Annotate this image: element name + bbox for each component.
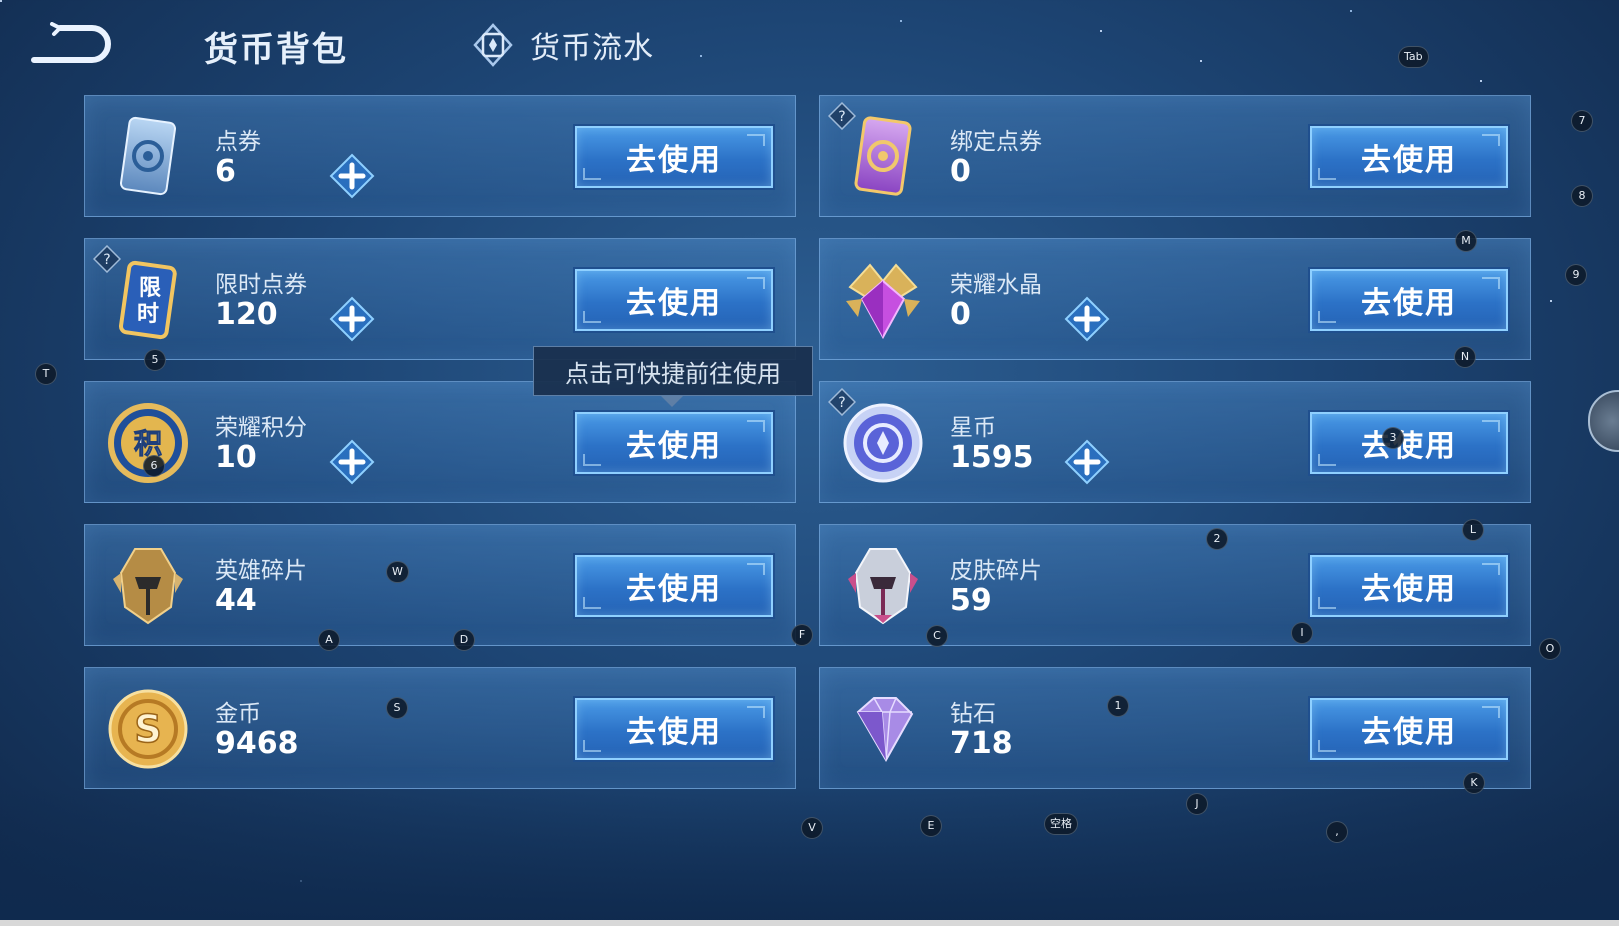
currency-value: 44	[215, 583, 257, 618]
currency-value: 718	[950, 726, 1013, 761]
use-glory-crystal-button[interactable]: 去使用	[1310, 269, 1508, 331]
key-hint-s: S	[386, 697, 408, 719]
currency-value: 0	[950, 297, 971, 332]
use-gold-button[interactable]: 去使用	[575, 698, 773, 760]
currency-card-hero-shard: 英雄碎片 44 去使用	[84, 524, 796, 646]
ledger-icon	[473, 23, 513, 67]
bound-coupon-card-icon	[854, 116, 912, 196]
key-hint-i: I	[1291, 622, 1313, 644]
currency-card-glory-points: 积 荣耀积分 10 去使用	[84, 381, 796, 503]
use-dianquan-button[interactable]: 去使用	[575, 126, 773, 188]
currency-value: 9468	[215, 726, 299, 761]
page-title: 货币背包	[204, 30, 348, 70]
currency-ledger-link[interactable]: 货币流水	[470, 22, 654, 68]
currency-name: 星币	[950, 415, 996, 441]
use-glory-points-button[interactable]: 去使用	[575, 412, 773, 474]
hero-shard-helmet-icon	[113, 548, 183, 625]
key-hint-c: C	[926, 625, 948, 647]
add-star-coin-plus-icon[interactable]	[1064, 439, 1110, 485]
background-floor	[0, 786, 1619, 926]
key-hint-1: 1	[1107, 695, 1129, 717]
currency-card-gold: S 金币 9468 去使用	[84, 667, 796, 789]
key-hint-7: 7	[1571, 110, 1593, 132]
key-hint-tab: Tab	[1398, 46, 1429, 68]
key-hint-a: A	[318, 629, 340, 651]
currency-card-diamond: 钻石 718 去使用	[819, 667, 1531, 789]
key-hint-5: 5	[144, 349, 166, 371]
currency-name: 英雄碎片	[215, 558, 307, 584]
key-hint-6: 6	[143, 455, 165, 477]
currency-card-glory-crystal: 荣耀水晶 0 去使用	[819, 238, 1531, 360]
currency-value: 120	[215, 297, 278, 332]
use-diamond-button[interactable]: 去使用	[1310, 698, 1508, 760]
limited-glyph-1: 限	[139, 276, 161, 301]
add-glory-crystal-plus-icon[interactable]	[1064, 296, 1110, 342]
key-hint-t: T	[35, 363, 57, 385]
limited-glyph-2: 时	[137, 302, 159, 327]
key-hint-k: K	[1463, 772, 1485, 794]
key-hint-m: M	[1455, 230, 1477, 252]
currency-name: 绑定点券	[950, 129, 1042, 155]
currency-name: 荣耀水晶	[950, 272, 1042, 298]
side-tab-handle[interactable]	[1588, 390, 1619, 452]
currency-value: 1595	[950, 440, 1034, 475]
key-hint-d: D	[453, 629, 475, 651]
add-glory-points-plus-icon[interactable]	[329, 439, 375, 485]
tooltip-arrow	[660, 395, 684, 407]
currency-name: 钻石	[950, 701, 996, 727]
key-hint-3: 3	[1382, 427, 1404, 449]
key-hint-v: V	[801, 817, 823, 839]
bottom-border	[0, 920, 1619, 926]
key-hint-f: F	[791, 624, 813, 646]
key-hint-o: O	[1539, 638, 1561, 660]
currency-card-dianquan: 点券 6 去使用	[84, 95, 796, 217]
diamond-icon	[856, 697, 914, 763]
currency-card-limited-dianquan: ? 限 时 限时点券 120 去使用	[84, 238, 796, 360]
star-coin-icon	[843, 403, 923, 483]
currency-card-skin-shard: 皮肤碎片 59 去使用	[819, 524, 1531, 646]
currency-value: 10	[215, 440, 257, 475]
limited-coupon-card-icon: 限 时	[118, 260, 177, 340]
gold-coin-icon: S	[108, 689, 188, 769]
glory-crystal-icon	[846, 263, 920, 340]
currency-card-star-coin: ? 星币 1595 去使用	[819, 381, 1531, 503]
ledger-label: 货币流水	[530, 31, 654, 66]
use-bound-dianquan-button[interactable]: 去使用	[1310, 126, 1508, 188]
currency-value: 59	[950, 583, 992, 618]
skin-shard-helmet-icon	[848, 548, 918, 625]
currency-name: 皮肤碎片	[950, 558, 1042, 584]
key-hint-w: W	[386, 561, 409, 583]
key-hint-8: 8	[1571, 185, 1593, 207]
add-dianquan-plus-icon[interactable]	[329, 153, 375, 199]
key-hint-space: 空格	[1044, 813, 1078, 835]
key-hint-j: J	[1186, 793, 1208, 815]
add-limited-dianquan-plus-icon[interactable]	[329, 296, 375, 342]
currency-value: 6	[215, 154, 236, 189]
currency-card-bound-dianquan: ? 绑定点券 0 去使用	[819, 95, 1531, 217]
currency-value: 0	[950, 154, 971, 189]
quick-use-tooltip: 点击可快捷前往使用	[533, 346, 813, 396]
currency-name: 限时点券	[215, 272, 307, 298]
use-limited-dianquan-button[interactable]: 去使用	[575, 269, 773, 331]
use-skin-shard-button[interactable]: 去使用	[1310, 555, 1508, 617]
key-hint-l: L	[1462, 519, 1484, 541]
key-hint-n: N	[1454, 346, 1476, 368]
currency-name: 金币	[215, 701, 261, 727]
currency-name: 点券	[215, 129, 261, 155]
coupon-card-icon	[119, 116, 177, 196]
key-hint-9: 9	[1565, 264, 1587, 286]
use-star-coin-button[interactable]: 去使用	[1310, 412, 1508, 474]
currency-name: 荣耀积分	[215, 415, 307, 441]
gold-glyph: S	[134, 707, 161, 751]
key-hint-2: 2	[1206, 528, 1228, 550]
back-arrow-icon[interactable]	[30, 22, 112, 66]
use-hero-shard-button[interactable]: 去使用	[575, 555, 773, 617]
key-hint-comma: ,	[1326, 821, 1348, 843]
key-hint-e: E	[920, 815, 942, 837]
